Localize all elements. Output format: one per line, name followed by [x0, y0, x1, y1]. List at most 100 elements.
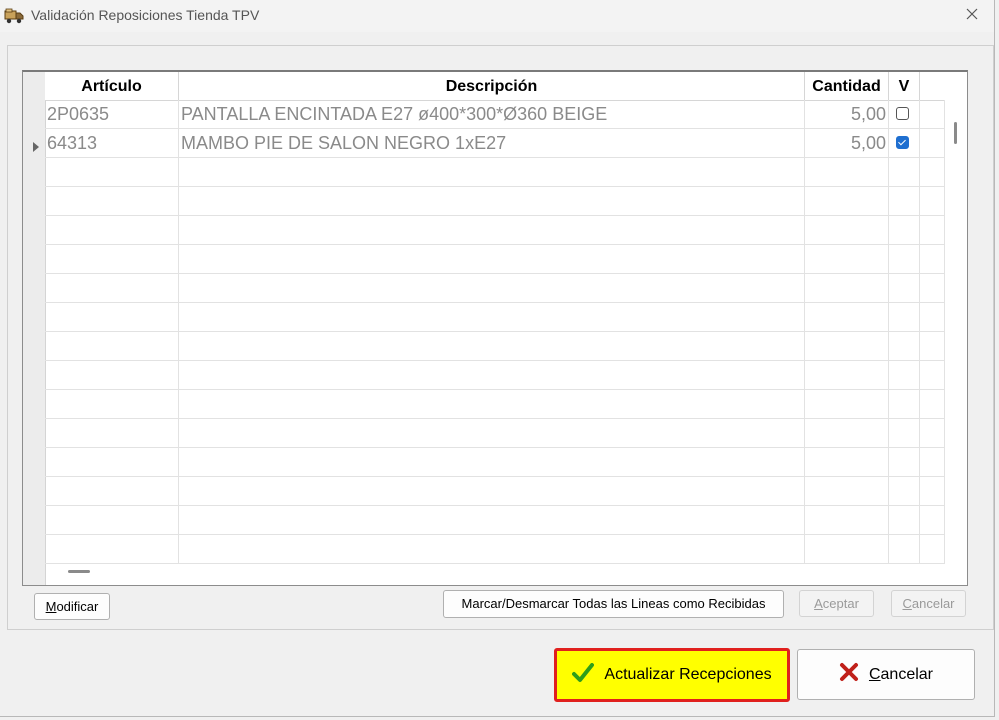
received-checkbox[interactable] — [896, 136, 909, 149]
empty-cell[interactable] — [805, 216, 889, 244]
empty-cell[interactable] — [179, 216, 805, 244]
empty-cell[interactable] — [920, 158, 945, 186]
horizontal-scroll-thumb[interactable] — [68, 570, 90, 573]
empty-cell[interactable] — [179, 187, 805, 215]
empty-cell[interactable] — [805, 274, 889, 302]
empty-cell[interactable] — [179, 303, 805, 331]
modificar-button[interactable]: Modificar — [34, 593, 110, 620]
empty-cell[interactable] — [179, 390, 805, 418]
empty-cell[interactable] — [179, 448, 805, 476]
reposiciones-grid[interactable]: Artículo Descripción Cantidad V 2P0635 PA… — [22, 70, 968, 586]
empty-cell[interactable] — [889, 448, 920, 476]
empty-cell[interactable] — [179, 477, 805, 505]
empty-cell[interactable] — [45, 361, 179, 389]
empty-cell[interactable] — [179, 274, 805, 302]
empty-table-row[interactable] — [45, 332, 945, 361]
empty-cell[interactable] — [889, 361, 920, 389]
empty-cell[interactable] — [920, 187, 945, 215]
cancelar-small-button[interactable]: Cancelar — [891, 590, 966, 617]
empty-table-row[interactable] — [45, 216, 945, 245]
empty-cell[interactable] — [920, 332, 945, 360]
empty-cell[interactable] — [805, 390, 889, 418]
empty-cell[interactable] — [920, 477, 945, 505]
empty-cell[interactable] — [889, 216, 920, 244]
cancelar-button[interactable]: Cancelar — [797, 649, 975, 700]
vertical-scrollbar[interactable] — [945, 100, 967, 585]
empty-cell[interactable] — [45, 303, 179, 331]
empty-cell[interactable] — [805, 535, 889, 563]
empty-cell[interactable] — [805, 361, 889, 389]
empty-table-row[interactable] — [45, 448, 945, 477]
empty-cell[interactable] — [179, 535, 805, 563]
empty-cell[interactable] — [920, 419, 945, 447]
empty-cell[interactable] — [45, 448, 179, 476]
empty-table-row[interactable] — [45, 535, 945, 564]
empty-cell[interactable] — [920, 245, 945, 273]
marcar-desmarcar-todas-button[interactable]: Marcar/Desmarcar Todas las Lineas como R… — [443, 590, 784, 618]
empty-cell[interactable] — [889, 158, 920, 186]
empty-cell[interactable] — [45, 506, 179, 534]
empty-cell[interactable] — [179, 245, 805, 273]
empty-cell[interactable] — [920, 216, 945, 244]
empty-cell[interactable] — [805, 477, 889, 505]
empty-cell[interactable] — [805, 419, 889, 447]
empty-cell[interactable] — [179, 158, 805, 186]
empty-cell[interactable] — [805, 187, 889, 215]
cell-descripcion[interactable]: PANTALLA ENCINTADA E27 ø400*300*Ø360 BEI… — [179, 100, 805, 128]
empty-cell[interactable] — [920, 506, 945, 534]
empty-table-row[interactable] — [45, 361, 945, 390]
empty-cell[interactable] — [920, 535, 945, 563]
cell-cantidad[interactable]: 5,00 — [805, 100, 889, 128]
empty-cell[interactable] — [805, 448, 889, 476]
empty-cell[interactable] — [920, 448, 945, 476]
empty-table-row[interactable] — [45, 158, 945, 187]
empty-cell[interactable] — [889, 274, 920, 302]
empty-cell[interactable] — [179, 361, 805, 389]
empty-cell[interactable] — [920, 274, 945, 302]
empty-cell[interactable] — [805, 158, 889, 186]
received-checkbox[interactable] — [896, 107, 909, 120]
table-row[interactable]: 64313 MAMBO PIE DE SALON NEGRO 1xE27 5,00 — [45, 129, 945, 158]
empty-cell[interactable] — [45, 216, 179, 244]
empty-cell[interactable] — [179, 506, 805, 534]
header-v[interactable]: V — [889, 72, 920, 100]
empty-cell[interactable] — [889, 535, 920, 563]
empty-cell[interactable] — [45, 390, 179, 418]
aceptar-button[interactable]: Aceptar — [799, 590, 874, 617]
vertical-scroll-thumb[interactable] — [954, 122, 957, 144]
empty-table-row[interactable] — [45, 390, 945, 419]
cell-articulo[interactable]: 64313 — [45, 129, 179, 157]
empty-cell[interactable] — [889, 477, 920, 505]
empty-cell[interactable] — [45, 419, 179, 447]
empty-cell[interactable] — [889, 419, 920, 447]
empty-cell[interactable] — [805, 506, 889, 534]
empty-cell[interactable] — [179, 332, 805, 360]
header-articulo[interactable]: Artículo — [45, 72, 179, 100]
empty-cell[interactable] — [889, 245, 920, 273]
empty-cell[interactable] — [920, 361, 945, 389]
empty-table-row[interactable] — [45, 245, 945, 274]
empty-cell[interactable] — [45, 158, 179, 186]
empty-cell[interactable] — [920, 303, 945, 331]
empty-table-row[interactable] — [45, 187, 945, 216]
empty-cell[interactable] — [45, 274, 179, 302]
header-descripcion[interactable]: Descripción — [179, 72, 805, 100]
empty-cell[interactable] — [179, 419, 805, 447]
cell-articulo[interactable]: 2P0635 — [45, 100, 179, 128]
empty-cell[interactable] — [889, 187, 920, 215]
empty-table-row[interactable] — [45, 419, 945, 448]
empty-cell[interactable] — [920, 390, 945, 418]
empty-cell[interactable] — [45, 535, 179, 563]
empty-cell[interactable] — [45, 245, 179, 273]
cell-cantidad[interactable]: 5,00 — [805, 129, 889, 157]
close-button[interactable] — [952, 0, 992, 32]
empty-cell[interactable] — [889, 303, 920, 331]
empty-cell[interactable] — [805, 303, 889, 331]
empty-cell[interactable] — [805, 332, 889, 360]
empty-table-row[interactable] — [45, 477, 945, 506]
cell-descripcion[interactable]: MAMBO PIE DE SALON NEGRO 1xE27 — [179, 129, 805, 157]
empty-cell[interactable] — [45, 187, 179, 215]
empty-cell[interactable] — [889, 332, 920, 360]
header-cantidad[interactable]: Cantidad — [805, 72, 889, 100]
empty-table-row[interactable] — [45, 274, 945, 303]
